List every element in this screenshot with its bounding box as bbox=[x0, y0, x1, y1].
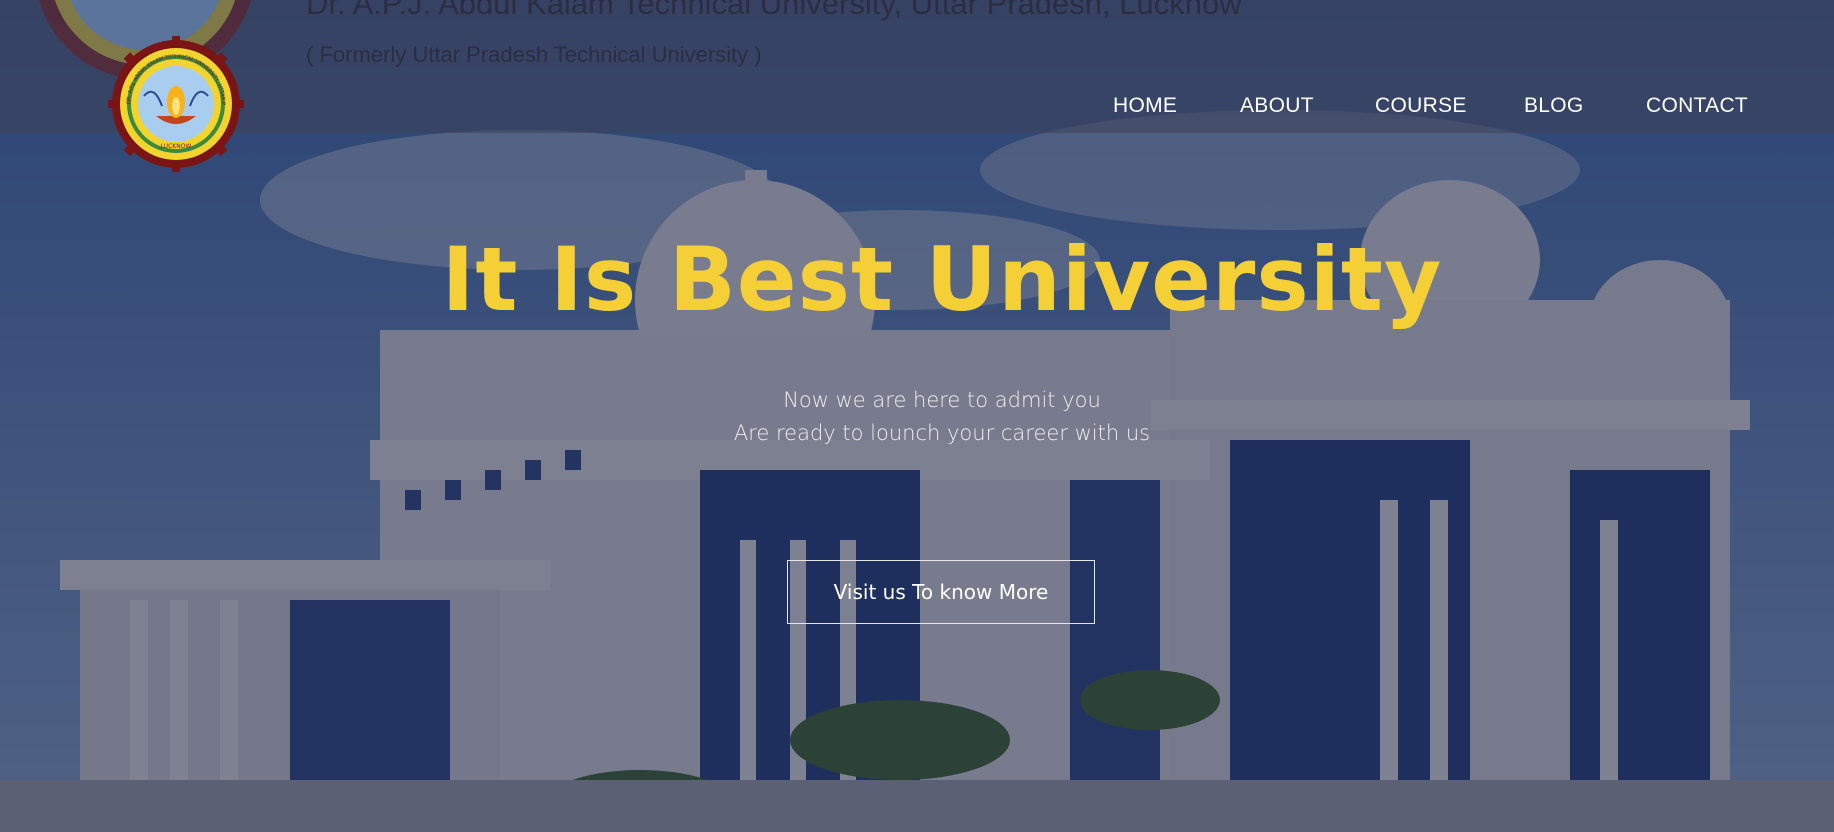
hero-tagline-1: Now we are here to admit you bbox=[783, 388, 1101, 412]
nav-course[interactable]: COURSE bbox=[1375, 94, 1467, 118]
main-nav: HOME ABOUT COURSE BLOG CONTACT bbox=[0, 94, 1834, 124]
hero-tagline-2: Are ready to lounch your career with us bbox=[733, 421, 1151, 445]
visit-us-button[interactable]: Visit us To know More bbox=[787, 560, 1095, 624]
university-title: Dr. A.P.J. Abdul Kalam Technical Univers… bbox=[306, 0, 1242, 21]
nav-home[interactable]: HOME bbox=[1113, 94, 1177, 118]
university-subtitle: ( Formerly Uttar Pradesh Technical Unive… bbox=[306, 42, 762, 67]
logo-bottom-text: LUCKNOW bbox=[161, 143, 192, 150]
nav-contact[interactable]: CONTACT bbox=[1646, 94, 1748, 118]
nav-about[interactable]: ABOUT bbox=[1240, 94, 1314, 118]
hero-title: It Is Best University bbox=[441, 228, 1443, 331]
nav-blog[interactable]: BLOG bbox=[1524, 94, 1584, 118]
